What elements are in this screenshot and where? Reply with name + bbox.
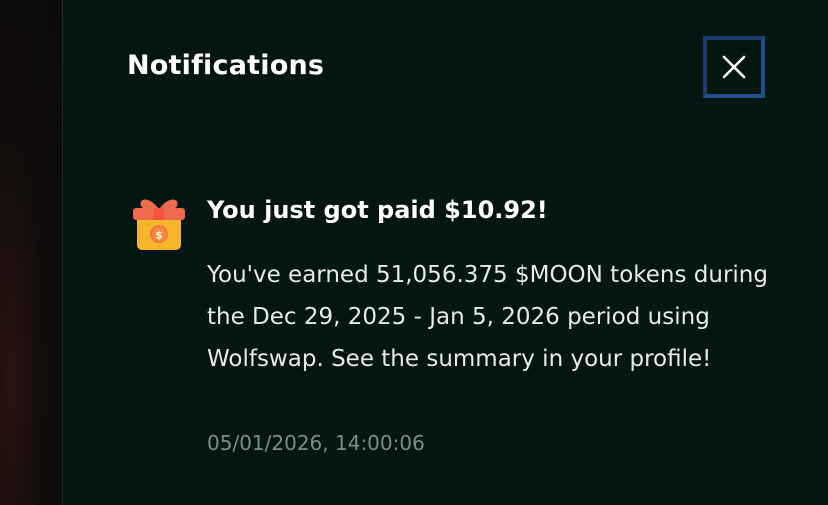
close-button[interactable] bbox=[703, 36, 765, 98]
notification-title: You just got paid $10.92! bbox=[207, 196, 548, 224]
notification-item[interactable]: $ You just got paid $10.92! You've earne… bbox=[129, 190, 809, 470]
gift-icon: $ bbox=[133, 199, 185, 250]
notification-message: You've earned 51,056.375 $MOON tokens du… bbox=[207, 262, 768, 372]
notification-timestamp: 05/01/2026, 14:00:06 bbox=[207, 431, 425, 455]
panel-title: Notifications bbox=[127, 50, 325, 81]
page-backdrop bbox=[0, 0, 62, 505]
notifications-panel: Notifications $ You just got paid $10.92… bbox=[62, 0, 828, 505]
close-icon bbox=[722, 55, 746, 79]
svg-text:$: $ bbox=[155, 229, 163, 242]
